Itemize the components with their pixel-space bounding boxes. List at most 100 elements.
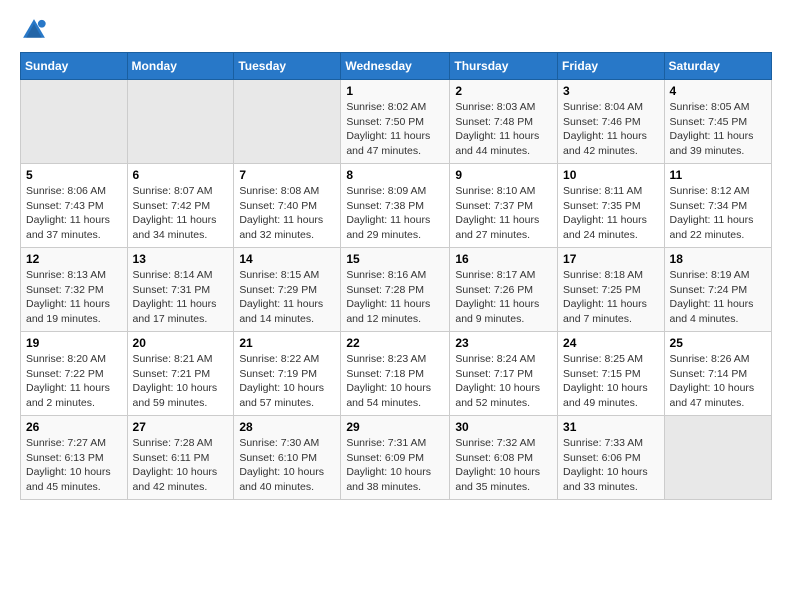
day-number: 17	[563, 252, 659, 266]
calendar-cell: 5 Sunrise: 8:06 AMSunset: 7:43 PMDaylight…	[21, 164, 128, 248]
calendar-cell: 13 Sunrise: 8:14 AMSunset: 7:31 PMDayligh…	[127, 248, 234, 332]
day-detail: Sunrise: 7:28 AMSunset: 6:11 PMDaylight:…	[133, 436, 229, 495]
day-detail: Sunrise: 7:27 AMSunset: 6:13 PMDaylight:…	[26, 436, 122, 495]
day-number: 14	[239, 252, 335, 266]
day-detail: Sunrise: 8:13 AMSunset: 7:32 PMDaylight:…	[26, 268, 122, 327]
calendar-cell	[21, 80, 128, 164]
weekday-header-saturday: Saturday	[664, 53, 771, 80]
day-detail: Sunrise: 8:23 AMSunset: 7:18 PMDaylight:…	[346, 352, 444, 411]
weekday-header-sunday: Sunday	[21, 53, 128, 80]
day-detail: Sunrise: 8:16 AMSunset: 7:28 PMDaylight:…	[346, 268, 444, 327]
day-detail: Sunrise: 8:14 AMSunset: 7:31 PMDaylight:…	[133, 268, 229, 327]
calendar-body: 1 Sunrise: 8:02 AMSunset: 7:50 PMDaylight…	[21, 80, 772, 500]
calendar-cell: 12 Sunrise: 8:13 AMSunset: 7:32 PMDayligh…	[21, 248, 128, 332]
logo	[20, 16, 52, 44]
day-number: 20	[133, 336, 229, 350]
calendar-cell: 27 Sunrise: 7:28 AMSunset: 6:11 PMDayligh…	[127, 416, 234, 500]
calendar-table: SundayMondayTuesdayWednesdayThursdayFrid…	[20, 52, 772, 500]
calendar-cell: 1 Sunrise: 8:02 AMSunset: 7:50 PMDaylight…	[341, 80, 450, 164]
header	[20, 16, 772, 44]
calendar-cell	[127, 80, 234, 164]
calendar-cell: 25 Sunrise: 8:26 AMSunset: 7:14 PMDayligh…	[664, 332, 771, 416]
calendar-cell: 22 Sunrise: 8:23 AMSunset: 7:18 PMDayligh…	[341, 332, 450, 416]
day-number: 29	[346, 420, 444, 434]
calendar-header: SundayMondayTuesdayWednesdayThursdayFrid…	[21, 53, 772, 80]
day-number: 16	[455, 252, 552, 266]
calendar-cell: 9 Sunrise: 8:10 AMSunset: 7:37 PMDaylight…	[450, 164, 558, 248]
day-number: 22	[346, 336, 444, 350]
day-detail: Sunrise: 7:31 AMSunset: 6:09 PMDaylight:…	[346, 436, 444, 495]
day-number: 2	[455, 84, 552, 98]
day-number: 25	[670, 336, 766, 350]
day-number: 28	[239, 420, 335, 434]
day-number: 24	[563, 336, 659, 350]
day-detail: Sunrise: 8:05 AMSunset: 7:45 PMDaylight:…	[670, 100, 766, 159]
calendar-cell: 29 Sunrise: 7:31 AMSunset: 6:09 PMDayligh…	[341, 416, 450, 500]
calendar-cell: 6Sunrise: 8:07 AMSunset: 7:42 PMDaylight…	[127, 164, 234, 248]
weekday-header-monday: Monday	[127, 53, 234, 80]
calendar-cell: 30 Sunrise: 7:32 AMSunset: 6:08 PMDayligh…	[450, 416, 558, 500]
day-detail: Sunrise: 8:12 AMSunset: 7:34 PMDaylight:…	[670, 184, 766, 243]
weekday-header-tuesday: Tuesday	[234, 53, 341, 80]
calendar-cell: 21 Sunrise: 8:22 AMSunset: 7:19 PMDayligh…	[234, 332, 341, 416]
calendar-cell: 19 Sunrise: 8:20 AMSunset: 7:22 PMDayligh…	[21, 332, 128, 416]
calendar-cell	[234, 80, 341, 164]
calendar-cell: 8 Sunrise: 8:09 AMSunset: 7:38 PMDaylight…	[341, 164, 450, 248]
day-detail: Sunrise: 8:09 AMSunset: 7:38 PMDaylight:…	[346, 184, 444, 243]
day-number: 9	[455, 168, 552, 182]
weekday-row: SundayMondayTuesdayWednesdayThursdayFrid…	[21, 53, 772, 80]
day-number: 8	[346, 168, 444, 182]
calendar-cell: 16Sunrise: 8:17 AMSunset: 7:26 PMDayligh…	[450, 248, 558, 332]
calendar-cell: 31Sunrise: 7:33 AMSunset: 6:06 PMDayligh…	[558, 416, 665, 500]
day-detail: Sunrise: 7:30 AMSunset: 6:10 PMDaylight:…	[239, 436, 335, 495]
day-detail: Sunrise: 8:06 AMSunset: 7:43 PMDaylight:…	[26, 184, 122, 243]
day-detail: Sunrise: 8:22 AMSunset: 7:19 PMDaylight:…	[239, 352, 335, 411]
day-number: 6	[133, 168, 229, 182]
day-number: 30	[455, 420, 552, 434]
day-detail: Sunrise: 8:25 AMSunset: 7:15 PMDaylight:…	[563, 352, 659, 411]
day-detail: Sunrise: 8:02 AMSunset: 7:50 PMDaylight:…	[346, 100, 444, 159]
day-number: 18	[670, 252, 766, 266]
day-number: 26	[26, 420, 122, 434]
weekday-header-wednesday: Wednesday	[341, 53, 450, 80]
week-row-2: 5 Sunrise: 8:06 AMSunset: 7:43 PMDaylight…	[21, 164, 772, 248]
day-detail: Sunrise: 7:32 AMSunset: 6:08 PMDaylight:…	[455, 436, 552, 495]
day-number: 19	[26, 336, 122, 350]
calendar-cell: 20Sunrise: 8:21 AMSunset: 7:21 PMDayligh…	[127, 332, 234, 416]
calendar-cell: 10Sunrise: 8:11 AMSunset: 7:35 PMDayligh…	[558, 164, 665, 248]
day-number: 13	[133, 252, 229, 266]
day-detail: Sunrise: 8:26 AMSunset: 7:14 PMDaylight:…	[670, 352, 766, 411]
calendar-cell: 4Sunrise: 8:05 AMSunset: 7:45 PMDaylight…	[664, 80, 771, 164]
day-detail: Sunrise: 8:04 AMSunset: 7:46 PMDaylight:…	[563, 100, 659, 159]
calendar-cell	[664, 416, 771, 500]
day-number: 21	[239, 336, 335, 350]
day-number: 12	[26, 252, 122, 266]
week-row-3: 12 Sunrise: 8:13 AMSunset: 7:32 PMDayligh…	[21, 248, 772, 332]
day-number: 7	[239, 168, 335, 182]
day-number: 5	[26, 168, 122, 182]
day-detail: Sunrise: 8:03 AMSunset: 7:48 PMDaylight:…	[455, 100, 552, 159]
calendar-cell: 26 Sunrise: 7:27 AMSunset: 6:13 PMDayligh…	[21, 416, 128, 500]
day-detail: Sunrise: 8:18 AMSunset: 7:25 PMDaylight:…	[563, 268, 659, 327]
day-detail: Sunrise: 8:08 AMSunset: 7:40 PMDaylight:…	[239, 184, 335, 243]
day-number: 11	[670, 168, 766, 182]
day-detail: Sunrise: 8:19 AMSunset: 7:24 PMDaylight:…	[670, 268, 766, 327]
calendar-cell: 28 Sunrise: 7:30 AMSunset: 6:10 PMDayligh…	[234, 416, 341, 500]
day-number: 10	[563, 168, 659, 182]
day-detail: Sunrise: 8:20 AMSunset: 7:22 PMDaylight:…	[26, 352, 122, 411]
day-number: 27	[133, 420, 229, 434]
day-number: 23	[455, 336, 552, 350]
week-row-4: 19 Sunrise: 8:20 AMSunset: 7:22 PMDayligh…	[21, 332, 772, 416]
calendar-cell: 17 Sunrise: 8:18 AMSunset: 7:25 PMDayligh…	[558, 248, 665, 332]
weekday-header-friday: Friday	[558, 53, 665, 80]
day-detail: Sunrise: 8:10 AMSunset: 7:37 PMDaylight:…	[455, 184, 552, 243]
weekday-header-thursday: Thursday	[450, 53, 558, 80]
day-detail: Sunrise: 8:24 AMSunset: 7:17 PMDaylight:…	[455, 352, 552, 411]
day-number: 15	[346, 252, 444, 266]
day-number: 1	[346, 84, 444, 98]
calendar-cell: 18 Sunrise: 8:19 AMSunset: 7:24 PMDayligh…	[664, 248, 771, 332]
calendar-cell: 7 Sunrise: 8:08 AMSunset: 7:40 PMDaylight…	[234, 164, 341, 248]
calendar-cell: 15 Sunrise: 8:16 AMSunset: 7:28 PMDayligh…	[341, 248, 450, 332]
page-container: SundayMondayTuesdayWednesdayThursdayFrid…	[0, 0, 792, 516]
calendar-cell: 2 Sunrise: 8:03 AMSunset: 7:48 PMDaylight…	[450, 80, 558, 164]
